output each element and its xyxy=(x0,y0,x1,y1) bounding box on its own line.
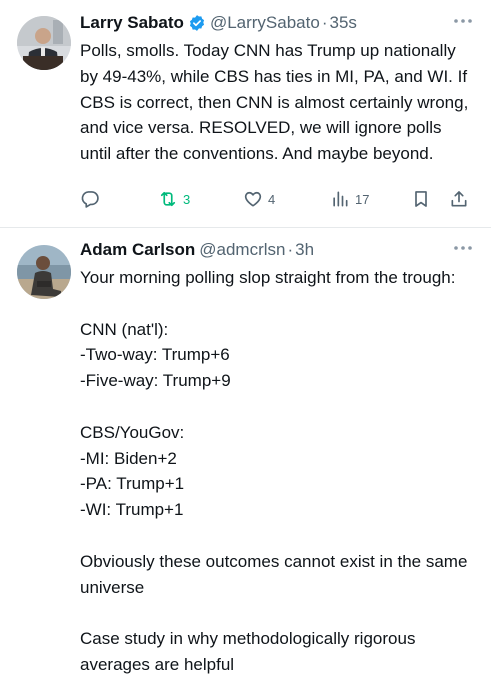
tweet-text: Polls, smolls. Today CNN has Trump up na… xyxy=(80,41,474,164)
tweet-adam-carlson[interactable]: Adam Carlson @admcrlsn · 3h Your morning… xyxy=(0,229,491,684)
views-icon xyxy=(333,191,348,207)
repost-icon xyxy=(160,191,176,207)
view-count: 17 xyxy=(355,191,370,207)
avatar-image xyxy=(17,245,71,299)
tweet-larry-sabato[interactable]: Larry Sabato @LarrySabato · 35s Polls, s… xyxy=(0,0,491,226)
tweet-content: Larry Sabato @LarrySabato · 35s Polls, s… xyxy=(80,8,477,167)
like-button[interactable]: 4 xyxy=(243,186,275,212)
views-button[interactable]: 17 xyxy=(330,186,369,212)
reply-icon xyxy=(81,191,99,208)
tweet-actions: 3 4 17 xyxy=(80,186,477,212)
tweet-content: Adam Carlson @admcrlsn · 3h Your morning… xyxy=(80,235,477,678)
avatar[interactable] xyxy=(17,16,71,70)
like-icon xyxy=(244,191,262,207)
timestamp[interactable]: 35s xyxy=(329,13,356,33)
tweet-header: Adam Carlson @admcrlsn · 3h xyxy=(80,235,477,265)
avatar-image xyxy=(17,16,71,70)
display-name[interactable]: Larry Sabato xyxy=(80,13,184,33)
verified-badge-icon xyxy=(189,15,204,31)
bookmark-button[interactable] xyxy=(411,186,431,212)
like-count: 4 xyxy=(268,191,276,207)
user-handle[interactable]: @admcrlsn xyxy=(199,240,285,260)
separator-dot: · xyxy=(287,240,294,259)
display-name[interactable]: Adam Carlson xyxy=(80,240,195,260)
tweet-header: Larry Sabato @LarrySabato · 35s xyxy=(80,8,477,38)
more-options-icon[interactable] xyxy=(453,245,473,251)
timestamp[interactable]: 3h xyxy=(295,240,314,260)
tweet-divider xyxy=(0,227,491,228)
separator-dot: · xyxy=(321,13,328,32)
share-button[interactable] xyxy=(449,186,469,212)
repost-button[interactable]: 3 xyxy=(158,186,190,212)
bookmark-icon xyxy=(415,191,427,207)
user-handle[interactable]: @LarrySabato xyxy=(210,13,320,33)
tweet-text: Your morning polling slop straight from … xyxy=(80,268,468,674)
repost-count: 3 xyxy=(183,191,191,207)
more-options-icon[interactable] xyxy=(453,18,473,24)
avatar[interactable] xyxy=(17,245,71,299)
share-icon xyxy=(451,191,467,207)
reply-button[interactable] xyxy=(80,186,100,212)
